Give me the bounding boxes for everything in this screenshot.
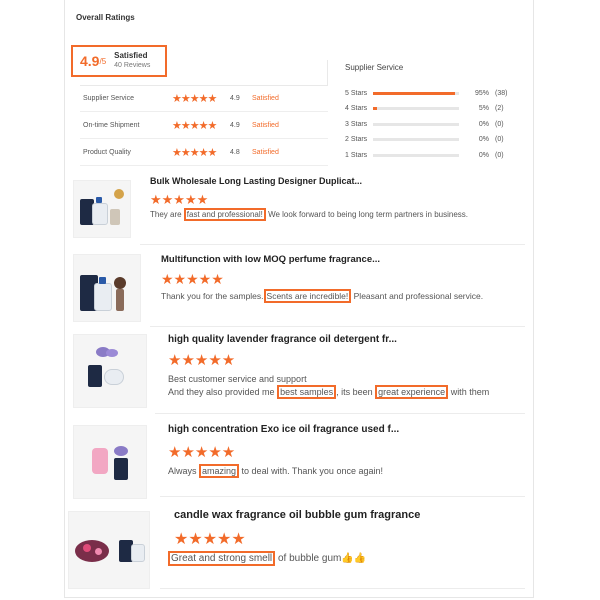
metric-score: 4.8 bbox=[230, 148, 240, 156]
distribution-percent: 5% bbox=[478, 105, 489, 112]
distribution-count: (0) bbox=[495, 151, 504, 159]
review-title[interactable]: Bulk Wholesale Long Lasting Designer Dup… bbox=[150, 176, 362, 186]
distribution-bar bbox=[373, 107, 459, 110]
metric-score: 4.9 bbox=[230, 121, 240, 129]
product-thumbnail[interactable] bbox=[73, 425, 147, 499]
rating-distribution-row: 3 Stars 0% (0) bbox=[345, 119, 520, 129]
distribution-label: 5 Stars bbox=[345, 89, 368, 97]
divider bbox=[160, 496, 525, 497]
distribution-bar bbox=[373, 122, 459, 126]
product-thumbnail[interactable] bbox=[73, 254, 141, 322]
distribution-label: 1 Stars bbox=[345, 151, 368, 159]
product-thumbnail[interactable] bbox=[73, 180, 131, 238]
distribution-label: 3 Stars bbox=[345, 120, 368, 128]
rating-distribution-row: 4 Stars 5% (2) bbox=[345, 104, 520, 114]
distribution-count: (0) bbox=[495, 136, 504, 143]
metric-name: On-time Shipment bbox=[83, 121, 140, 129]
distribution-percent: 0% bbox=[478, 136, 489, 143]
distribution-percent: 0% bbox=[478, 120, 489, 128]
review-title[interactable]: Multifunction with low MOQ perfume fragr… bbox=[161, 254, 380, 265]
metric-stars: ★★★★★ bbox=[172, 92, 217, 105]
metric-level: Satisfied bbox=[252, 94, 279, 102]
overall-score-box: 4.9 /5 Satisfied 40 Reviews bbox=[71, 45, 167, 77]
divider bbox=[155, 413, 525, 414]
distribution-label: 2 Stars bbox=[345, 136, 368, 143]
review-stars: ★★★★★ bbox=[168, 352, 236, 369]
score-denominator: /5 bbox=[99, 56, 107, 66]
overall-score: 4.9 bbox=[80, 53, 100, 69]
product-thumbnail[interactable] bbox=[68, 511, 150, 589]
rating-distribution-row: 1 Stars 0% (0) bbox=[345, 150, 520, 160]
divider bbox=[140, 244, 525, 245]
review-highlight: great experience bbox=[375, 385, 449, 399]
distribution-count: (2) bbox=[495, 105, 504, 112]
metric-name: Supplier Service bbox=[83, 94, 134, 102]
distribution-bar-fill bbox=[373, 107, 378, 110]
distribution-count: (0) bbox=[495, 120, 504, 128]
review-text: Always amazing to deal with. Thank you o… bbox=[168, 464, 383, 478]
review-highlight: best samples bbox=[277, 385, 337, 399]
distribution-count: (38) bbox=[495, 89, 508, 97]
review-highlight: Great and strong smell bbox=[168, 551, 276, 566]
rating-distribution-row: 2 Stars 0% (0) bbox=[345, 135, 520, 145]
section-title: Overall Ratings bbox=[76, 13, 135, 22]
metric-stars: ★★★★★ bbox=[172, 119, 217, 132]
distribution-bar bbox=[373, 138, 459, 141]
product-thumbnail[interactable] bbox=[73, 334, 147, 408]
review-title[interactable]: high concentration Exo ice oil fragrance… bbox=[168, 424, 399, 435]
review-text: Best customer service and support bbox=[168, 374, 307, 384]
review-text: Great and strong smell of bubble gum👍👍 bbox=[168, 551, 366, 566]
supplier-service-title: Supplier Service bbox=[345, 63, 404, 72]
review-highlight: fast and professional! bbox=[183, 208, 266, 221]
review-text: They are fast and professional! We look … bbox=[150, 208, 469, 221]
metric-level: Satisfied bbox=[252, 121, 279, 129]
reviews-count: 40 Reviews bbox=[114, 62, 151, 69]
metric-score: 4.9 bbox=[230, 94, 240, 102]
review-stars: ★★★★★ bbox=[174, 531, 246, 548]
review-stars: ★★★★★ bbox=[168, 444, 236, 461]
distribution-percent: 95% bbox=[474, 89, 489, 97]
score-meta: Satisfied 40 Reviews bbox=[114, 51, 150, 71]
review-title[interactable]: high quality lavender fragrance oil dete… bbox=[168, 334, 397, 345]
metric-level: Satisfied bbox=[252, 148, 279, 156]
review-stars: ★★★★★ bbox=[161, 271, 224, 287]
metric-row-supplier-service: Supplier Service ★★★★★ 4.9 Satisfied bbox=[80, 85, 328, 112]
distribution-bar bbox=[373, 91, 459, 95]
distribution-label: 4 Stars bbox=[345, 105, 368, 112]
distribution-bar-fill bbox=[373, 91, 455, 95]
distribution-bar bbox=[373, 153, 459, 157]
divider bbox=[327, 60, 328, 85]
metric-row-on-time-shipment: On-time Shipment ★★★★★ 4.9 Satisfied bbox=[80, 112, 328, 139]
divider bbox=[150, 326, 525, 327]
score-level: Satisfied bbox=[114, 51, 148, 60]
distribution-percent: 0% bbox=[478, 151, 489, 159]
review-text: Thank you for the samples. Scents are inc… bbox=[161, 289, 484, 303]
review-stars: ★★★★★ bbox=[150, 192, 209, 207]
metric-name: Product Quality bbox=[83, 148, 131, 156]
review-text: And they also provided me best samples, … bbox=[168, 385, 490, 399]
metric-row-product-quality: Product Quality ★★★★★ 4.8 Satisfied bbox=[80, 139, 328, 166]
review-highlight: Scents are incredible! bbox=[263, 289, 352, 303]
rating-distribution-row: 5 Stars 95% (38) bbox=[345, 88, 520, 98]
review-highlight: amazing bbox=[199, 464, 240, 478]
metric-stars: ★★★★★ bbox=[172, 146, 217, 159]
review-title[interactable]: candle wax fragrance oil bubble gum frag… bbox=[174, 509, 420, 521]
divider bbox=[160, 588, 525, 589]
